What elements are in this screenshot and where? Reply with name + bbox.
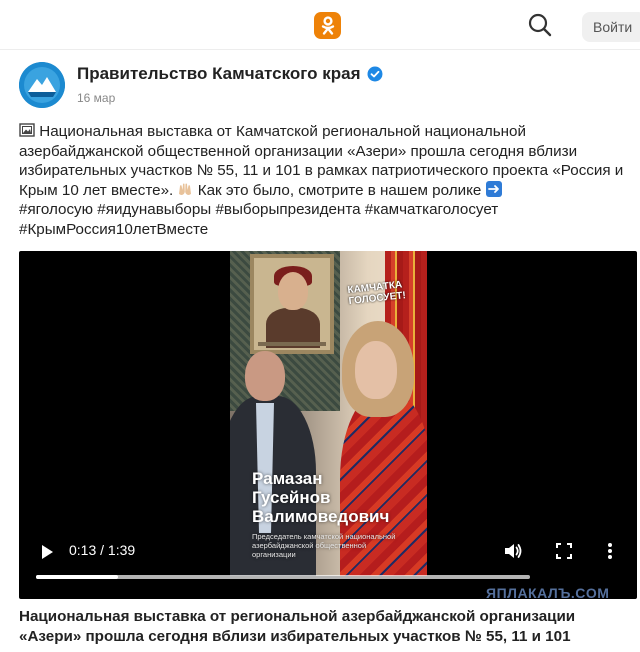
verified-check-icon: [367, 66, 383, 82]
hashtag-link[interactable]: #КрымРоссия10летВместе: [19, 221, 208, 238]
video-title[interactable]: Национальная выставка от региональной аз…: [19, 607, 631, 647]
odnoklassniki-icon[interactable]: [314, 12, 341, 39]
progress-fill: [36, 575, 118, 579]
watermark: ЯПЛАКАЛЪ.COM: [486, 585, 610, 601]
man-head: [245, 351, 285, 401]
caption-name-1: Рамазан: [252, 469, 323, 488]
post-text-more: Как это было, смотрите в нашем ролике: [197, 181, 482, 199]
woman-face: [355, 341, 397, 399]
more-vertical-icon[interactable]: [604, 540, 616, 562]
login-button[interactable]: Войти: [582, 12, 640, 42]
video-player[interactable]: КАМЧАТКА ГОЛОСУЕТ! Рамазан Гусейнов Вали…: [19, 251, 637, 599]
fullscreen-icon[interactable]: [554, 541, 574, 561]
video-progress-bar[interactable]: [36, 575, 530, 579]
volume-icon[interactable]: [502, 540, 524, 562]
top-bar: Войти: [0, 0, 640, 50]
caption-name-3: Валимоведович: [252, 507, 390, 526]
caption-name-2: Гусейнов: [252, 488, 331, 507]
video-frame: КАМЧАТКА ГОЛОСУЕТ! Рамазан Гусейнов Вали…: [230, 251, 427, 576]
framed-portrait: [250, 254, 334, 354]
raised-hands-icon: [177, 181, 193, 197]
video-time: 0:13 / 1:39: [69, 542, 136, 558]
picture-frame-icon: [19, 122, 35, 138]
author-name[interactable]: Правительство Камчатского края: [77, 64, 383, 84]
play-icon[interactable]: [37, 542, 57, 562]
search-icon[interactable]: [526, 11, 554, 39]
author-avatar[interactable]: [19, 62, 65, 108]
post-text: Национальная выставка от Камчатской реги…: [19, 122, 631, 240]
arrow-right-icon: [485, 180, 502, 197]
hashtag-link[interactable]: #выборыпрезидента: [215, 201, 360, 218]
hashtag-link[interactable]: #яголосую: [19, 201, 93, 218]
hashtag-link[interactable]: #камчаткаголосует: [365, 201, 498, 218]
post-date[interactable]: 16 мар: [77, 91, 115, 105]
author-name-text[interactable]: Правительство Камчатского края: [77, 64, 361, 83]
hashtag-link[interactable]: #яидунавыборы: [97, 201, 211, 218]
hashtag-list: #яголосую #яидунавыборы #выборыпрезидент…: [19, 200, 631, 239]
